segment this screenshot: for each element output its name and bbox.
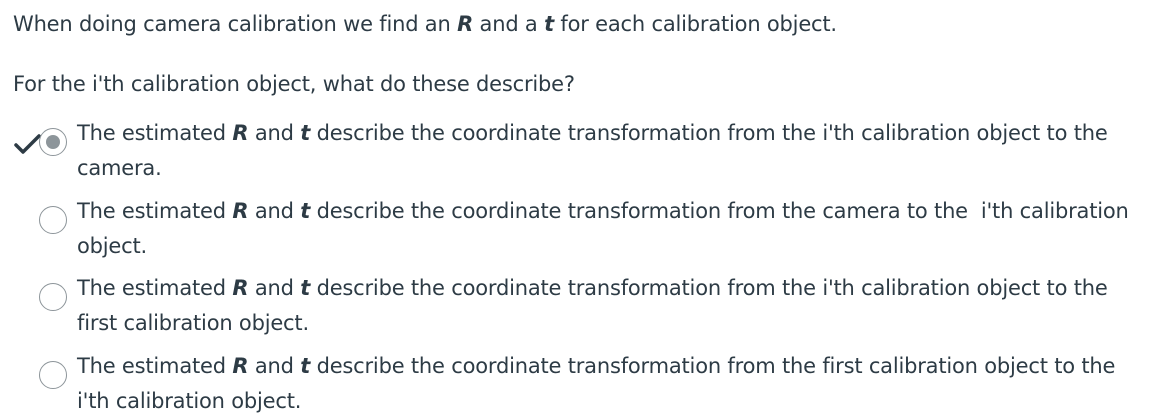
variable-t: t [300,121,311,145]
answer-option-3[interactable]: The estimated R and t describe the coord… [0,271,1175,341]
answer-text-1: The estimated R and t describe the coord… [77,121,1108,180]
intro-text-mid: and a [479,12,538,36]
variable-r: R [232,121,249,145]
radio-button-1[interactable] [39,128,67,156]
answer-option-1[interactable]: The estimated R and t describe the coord… [0,116,1175,186]
question-prompt: For the i'th calibration object, what do… [13,72,575,96]
variable-r: R [457,12,474,36]
answer-text-2: The estimated R and t describe the coord… [77,199,1129,258]
radio-button-4[interactable] [39,361,67,389]
intro-text-after: for each calibration object. [560,12,837,36]
variable-t: t [544,12,554,36]
answer-text-3: The estimated R and t describe the coord… [77,276,1108,335]
variable-t: t [300,276,311,300]
variable-t: t [300,199,311,223]
radio-button-2[interactable] [39,206,67,234]
intro-text-before: When doing camera calibration we find an [13,12,451,36]
answer-text-4: The estimated R and t describe the coord… [77,354,1116,413]
answer-option-4[interactable]: The estimated R and t describe the coord… [0,349,1175,419]
variable-t: t [300,354,311,378]
variable-r: R [232,354,249,378]
answer-option-2[interactable]: The estimated R and t describe the coord… [0,194,1175,264]
variable-r: R [232,199,249,223]
radio-button-3[interactable] [39,283,67,311]
radio-selected-dot [45,134,60,149]
variable-r: R [232,276,249,300]
question-intro: When doing camera calibration we find an… [13,10,837,38]
